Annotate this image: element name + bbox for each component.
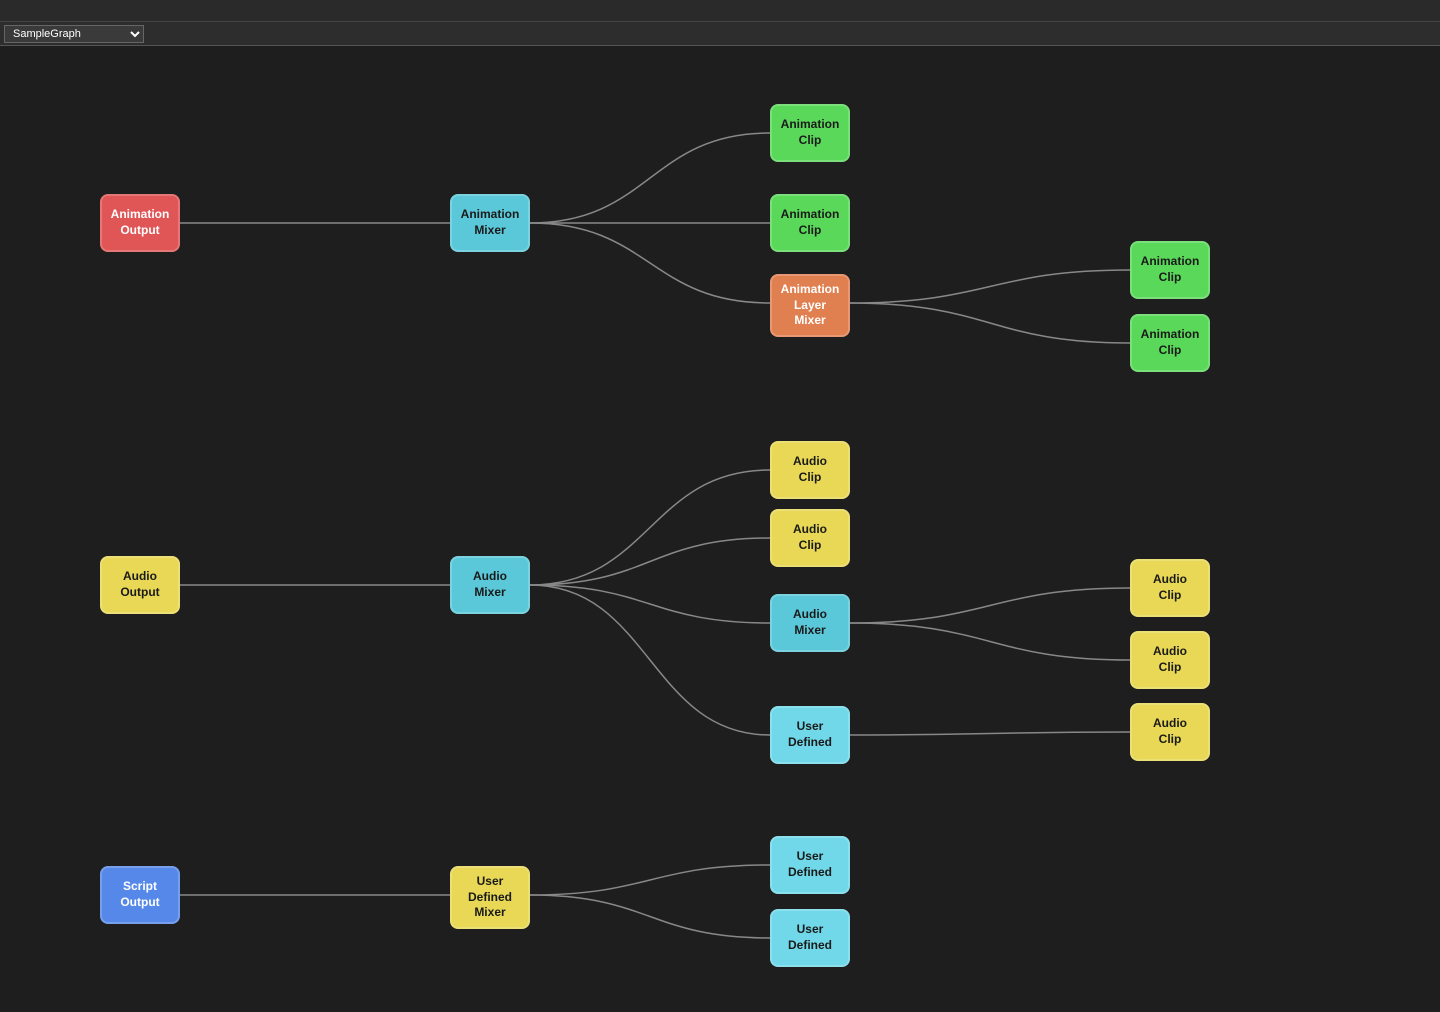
node-anim-clip-2[interactable]: AnimationClip <box>770 194 850 252</box>
node-anim-mixer[interactable]: AnimationMixer <box>450 194 530 252</box>
node-anim-clip-1[interactable]: AnimationClip <box>770 104 850 162</box>
node-audio-clip-4[interactable]: AudioClip <box>1130 631 1210 689</box>
node-user-defined-1[interactable]: UserDefined <box>770 706 850 764</box>
node-user-defined-2[interactable]: UserDefined <box>770 836 850 894</box>
connection-anim-mixer-anim-clip-1 <box>530 133 770 223</box>
node-anim-layer-mixer[interactable]: AnimationLayerMixer <box>770 274 850 337</box>
node-audio-clip-5[interactable]: AudioClip <box>1130 703 1210 761</box>
connection-audio-mixer-2-audio-clip-4 <box>850 623 1130 660</box>
connections-svg <box>0 46 1440 1012</box>
connection-audio-mixer-1-audio-mixer-2 <box>530 585 770 623</box>
node-audio-mixer-2[interactable]: AudioMixer <box>770 594 850 652</box>
node-anim-clip-3[interactable]: AnimationClip <box>1130 241 1210 299</box>
connection-audio-mixer-1-user-defined-1 <box>530 585 770 735</box>
node-anim-output[interactable]: AnimationOutput <box>100 194 180 252</box>
connection-user-defined-mixer-user-defined-3 <box>530 895 770 938</box>
connection-anim-layer-mixer-anim-clip-4 <box>850 303 1130 343</box>
node-script-output[interactable]: ScriptOutput <box>100 866 180 924</box>
node-audio-mixer-1[interactable]: AudioMixer <box>450 556 530 614</box>
connection-user-defined-mixer-user-defined-2 <box>530 865 770 895</box>
connection-anim-layer-mixer-anim-clip-3 <box>850 270 1130 303</box>
node-audio-clip-2[interactable]: AudioClip <box>770 509 850 567</box>
title-bar <box>0 0 1440 22</box>
node-audio-clip-3[interactable]: AudioClip <box>1130 559 1210 617</box>
node-audio-clip-1[interactable]: AudioClip <box>770 441 850 499</box>
graph-canvas: AnimationOutput AnimationMixer AnimationCl… <box>0 46 1440 1012</box>
node-anim-clip-4[interactable]: AnimationClip <box>1130 314 1210 372</box>
connection-user-defined-1-audio-clip-5 <box>850 732 1130 735</box>
connection-audio-mixer-2-audio-clip-3 <box>850 588 1130 623</box>
dropdown-bar: SampleGraph <box>0 22 1440 46</box>
node-user-defined-mixer[interactable]: UserDefinedMixer <box>450 866 530 929</box>
graph-selector[interactable]: SampleGraph <box>4 25 144 43</box>
connection-audio-mixer-1-audio-clip-1 <box>530 470 770 585</box>
node-audio-output[interactable]: AudioOutput <box>100 556 180 614</box>
connection-anim-mixer-anim-layer-mixer <box>530 223 770 303</box>
connection-audio-mixer-1-audio-clip-2 <box>530 538 770 585</box>
node-user-defined-3[interactable]: UserDefined <box>770 909 850 967</box>
